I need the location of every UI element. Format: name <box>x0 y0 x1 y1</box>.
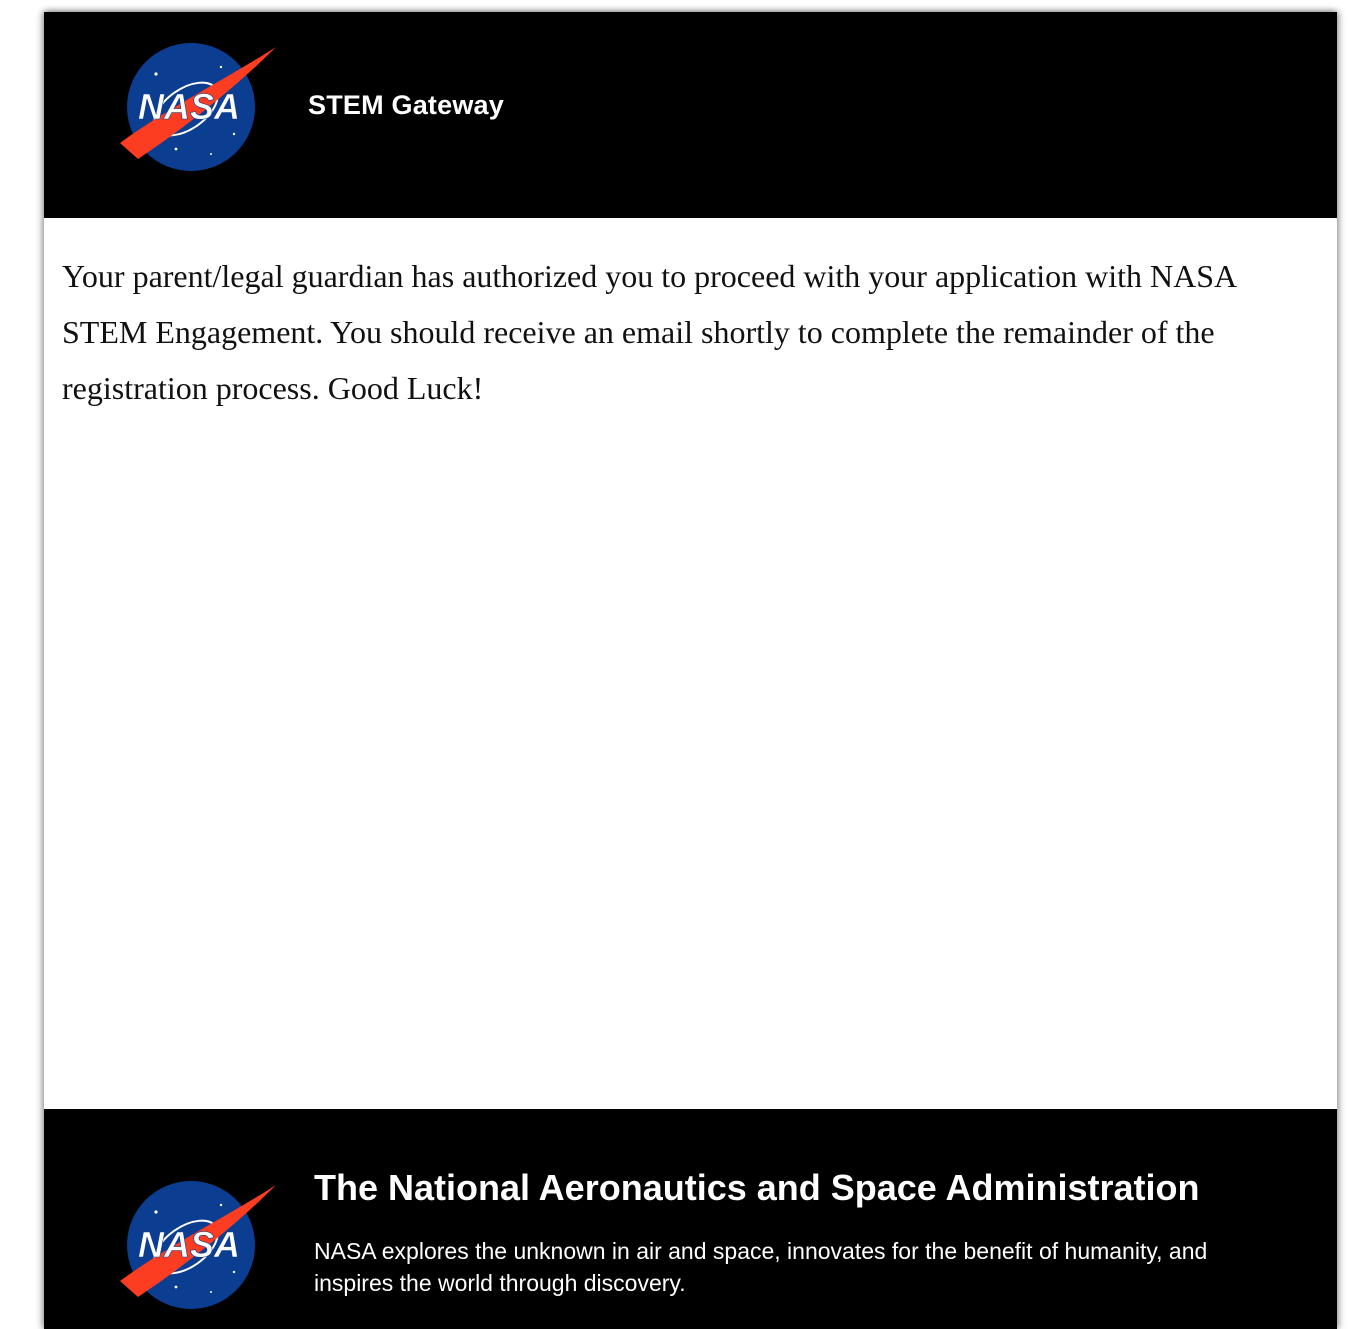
nasa-logo-text: NASA <box>138 1224 240 1265</box>
app-title: STEM Gateway <box>308 90 504 120</box>
header-bar: NASA STEM Gateway <box>44 12 1337 218</box>
email-frame: NASA STEM Gateway Your parent/legal guar… <box>44 12 1337 1329</box>
nasa-logo-icon: NASA <box>120 1181 276 1309</box>
authorization-message: Your parent/legal guardian has authorize… <box>62 258 1236 406</box>
footer-bar: NASA The National Aeronautics and Space … <box>44 1109 1337 1329</box>
footer-tagline: NASA explores the unknown in air and spa… <box>314 1238 1208 1296</box>
nasa-logo-text: NASA <box>138 86 240 127</box>
footer-heading: The National Aeronautics and Space Admin… <box>314 1167 1200 1208</box>
nasa-logo-icon: NASA <box>120 43 276 171</box>
